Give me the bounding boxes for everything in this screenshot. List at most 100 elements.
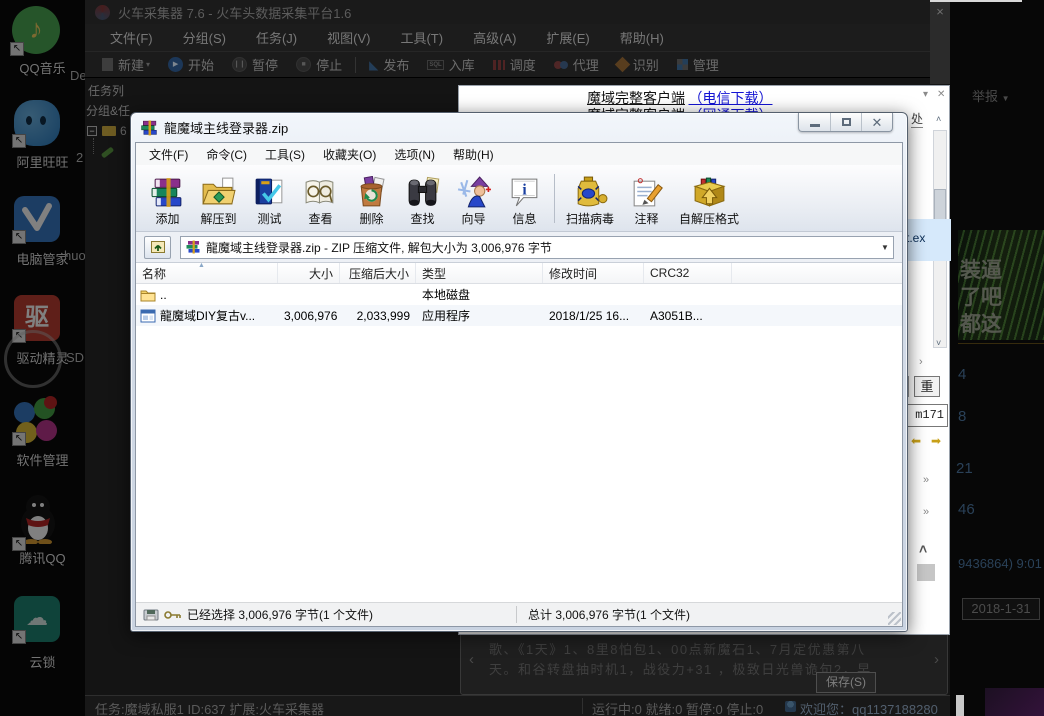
busy-cursor-ring [4, 330, 62, 388]
report-button[interactable]: 举报 ▼ [972, 86, 1010, 105]
start-icon: ▶ [168, 57, 183, 72]
minimize-button[interactable] [799, 113, 830, 131]
sfx-button[interactable]: 自解压格式 [672, 167, 746, 230]
svg-text:i: i [522, 182, 527, 199]
start-button[interactable]: ▶ 开始 [159, 55, 223, 74]
menu-extend[interactable]: 扩展(E) [531, 28, 604, 47]
file-list: ▲ 名称 大小 压缩后大小 类型 修改时间 CRC32 .. [136, 263, 902, 602]
expand-icon[interactable]: › [919, 356, 923, 368]
add-button[interactable]: 添加 [142, 167, 193, 230]
test-button[interactable]: 测试 [244, 167, 295, 230]
info-button[interactable]: i 信息 [499, 167, 550, 230]
desktop-icon-pc-manager[interactable]: ↖ [14, 196, 60, 242]
scroll-thumb-fragment[interactable] [917, 564, 935, 581]
more-icon[interactable]: » [923, 506, 929, 518]
extract-to-button[interactable]: 解压到 [193, 167, 244, 230]
close-button[interactable]: × [930, 0, 950, 84]
menu-options[interactable]: 选项(N) [385, 144, 444, 165]
menu-advanced[interactable]: 高级(A) [458, 28, 531, 47]
table-row-parent-dir[interactable]: .. 本地磁盘 [136, 284, 902, 305]
more-icon[interactable]: » [923, 474, 929, 486]
text-fragment: 处 [911, 110, 923, 128]
column-header-packed[interactable]: 压缩后大小 [340, 263, 416, 283]
mini-close-icon[interactable]: ✕ [937, 89, 945, 100]
menu-group[interactable]: 分组(S) [168, 28, 241, 47]
schedule-button[interactable]: 调度 [484, 55, 545, 74]
collapse-icon[interactable]: ˄ [919, 541, 927, 557]
menu-commands[interactable]: 命令(C) [197, 144, 256, 165]
shortcut-arrow-icon: ↖ [12, 630, 26, 644]
find-button[interactable]: 查找 [397, 167, 448, 230]
menu-favorites[interactable]: 收藏夹(O) [314, 144, 385, 165]
desktop-icon-yunsuo[interactable]: ☁ ↖ [14, 596, 60, 642]
column-header-name[interactable]: 名称 [136, 263, 278, 283]
wizard-button[interactable]: 向导 [448, 167, 499, 230]
group-panel-label: 分组&任 [86, 102, 130, 119]
reset-button[interactable]: 重 [914, 376, 940, 397]
scroll-up-icon[interactable]: ˄ [936, 114, 941, 124]
column-header-type[interactable]: 类型 [416, 263, 543, 283]
next-arrow-icon[interactable]: › [934, 651, 939, 668]
collector-menubar: 文件(F) 分组(S) 任务(J) 视图(V) 工具(T) 高级(A) 扩展(E… [85, 24, 930, 51]
screen: ♪ ↖ QQ音乐 ↖ 阿里旺旺 ↖ 电脑管家 驱 ↖ 驱动精灵 ↖ [0, 0, 1044, 716]
find-icon [404, 176, 441, 209]
menu-help[interactable]: 帮助(H) [444, 144, 503, 165]
menu-view[interactable]: 视图(V) [312, 28, 385, 47]
close-button[interactable]: ✕ [861, 113, 892, 131]
schedule-icon [493, 60, 505, 70]
column-header-modified[interactable]: 修改时间 [543, 263, 644, 283]
status-divider [582, 698, 583, 714]
virus-scan-button[interactable]: 扫描病毒 [559, 167, 621, 230]
view-button[interactable]: 查看 [295, 167, 346, 230]
manage-button[interactable]: 管理 [668, 55, 728, 74]
pause-button[interactable]: ❙❙ 暂停 [223, 55, 287, 74]
tree-expander-icon[interactable]: − [87, 126, 97, 136]
menu-help[interactable]: 帮助(H) [605, 28, 679, 47]
menu-file[interactable]: 文件(F) [95, 28, 168, 47]
mini-caret-icon[interactable]: ▾ [923, 89, 928, 100]
desktop-icon-software-manager[interactable]: ↖ [14, 398, 60, 444]
save-button[interactable]: 保存(S) [816, 672, 876, 693]
task-item-icon [101, 147, 114, 159]
winrar-titlebar[interactable]: 龍魔域主线登录器.zip [131, 113, 907, 142]
desktop-text-fragment: SD [66, 350, 84, 365]
captcha-button[interactable]: 识别 [608, 55, 668, 74]
desktop-icon-label: 阿里旺旺 [0, 152, 85, 171]
archive-path-combobox[interactable]: 龍魔域主线登录器.zip - ZIP 压缩文件, 解包大小为 3,006,976… [180, 236, 894, 259]
disk-icon [143, 609, 159, 621]
desktop-icon-qq-music[interactable]: ♪ ↖ [12, 6, 60, 54]
resize-grip[interactable] [888, 612, 901, 625]
sort-arrow-icon: ▲ [198, 263, 205, 269]
code-input[interactable]: m171 [903, 404, 948, 427]
maximize-button[interactable] [830, 113, 861, 131]
comment-button[interactable]: 注释 [621, 167, 672, 230]
tree-node-label[interactable]: 6 [120, 124, 127, 138]
column-header-size[interactable]: 大小 [278, 263, 340, 283]
desktop-icon-aliwangwang[interactable]: ↖ [14, 100, 60, 146]
chat-scrollbar-fragment[interactable] [956, 695, 964, 716]
forward-arrow-icon[interactable]: ➡ [931, 434, 941, 448]
status-total: 总计 3,006,976 字节(1 个文件) [528, 606, 690, 623]
desktop-icon-tencent-qq[interactable]: ↖ [14, 492, 62, 549]
sql-import-button[interactable]: SQL 入库 [418, 55, 483, 74]
chat-panel: 举报 ▼ 装逼 了吧 都这 4 8 21 46 9436864) 9:01 20… [950, 0, 1044, 716]
stop-button[interactable]: ■ 停止 [287, 55, 351, 74]
delete-button[interactable]: 删除 [346, 167, 397, 230]
up-directory-button[interactable] [144, 236, 171, 259]
menu-file[interactable]: 文件(F) [140, 144, 197, 165]
column-header-crc32[interactable]: CRC32 [644, 263, 732, 283]
chat-timestamp: 9436864) 9:01 [958, 556, 1042, 571]
scroll-down-icon[interactable]: ˅ [936, 338, 941, 348]
proxy-button[interactable]: 代理 [545, 55, 608, 74]
chat-image[interactable]: 装逼 了吧 都这 [958, 230, 1044, 340]
task-list-tab[interactable]: 任务列 [88, 82, 124, 99]
prev-arrow-icon[interactable]: ‹ [469, 651, 474, 668]
combobox-dropdown-icon[interactable]: ▼ [877, 237, 893, 258]
menu-tools[interactable]: 工具(S) [256, 144, 314, 165]
table-row-file[interactable]: 龍魔域DIY复古v... 3,006,976 2,033,999 应用程序 20… [136, 305, 902, 326]
menu-task[interactable]: 任务(J) [241, 28, 312, 47]
new-task-button[interactable]: 新建▾ [93, 55, 159, 74]
publish-button[interactable]: ◣ 发布 [360, 55, 418, 74]
menu-tools[interactable]: 工具(T) [385, 28, 458, 47]
back-arrow-icon[interactable]: ⬅ [911, 434, 921, 448]
